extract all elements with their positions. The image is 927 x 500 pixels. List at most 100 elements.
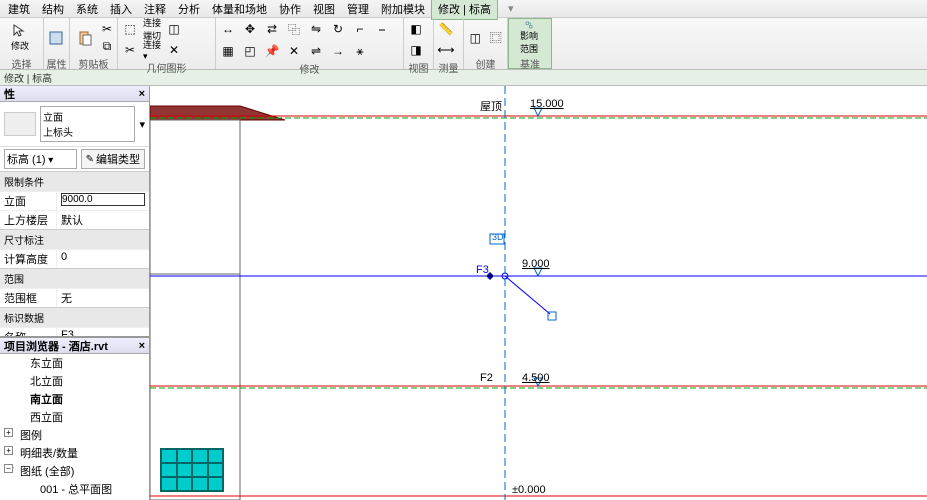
properties-panel: 性× 立面 上标头 ▾ 标高 (1) ▾ ✎ 编辑类型 限制条件 立面 上方楼层… [0,86,149,336]
tree-item[interactable]: 西立面 [0,408,149,426]
mirror-draw-button[interactable]: ⇌ [306,41,326,61]
level-value-roof[interactable]: 15.000 [530,98,564,110]
ribbon-group-label: 测量 [436,60,461,72]
cut-geom-button[interactable]: ✂ [120,40,140,60]
prop-key: 上方楼层 [0,211,56,229]
prop-value-elevation[interactable] [56,192,149,210]
propagate-extents-button[interactable]: 影响 范围 [511,20,547,56]
expand-icon[interactable]: + [4,428,13,437]
rotate-button[interactable]: ↻ [328,19,348,39]
view-tool[interactable]: ◧ [406,19,426,39]
prop-key: 范围框 [0,289,56,307]
menu-item[interactable]: 建筑 [2,0,36,19]
select-tool[interactable]: 修改 [2,20,38,56]
browser-title: 项目浏览器 - 酒店.rvt× [0,338,149,354]
tree-item[interactable]: 东立面 [0,354,149,372]
ribbon-group-label: 剪贴板 [72,56,115,68]
context-bar: 修改 | 标高 [0,70,927,86]
level-value-f2[interactable]: 4.500 [522,372,550,384]
pin-button[interactable]: 📌 [262,41,282,61]
copy-button[interactable]: ⧉ [99,38,115,54]
join-button[interactable]: 连接端切 [142,19,162,39]
properties-button[interactable] [46,28,66,48]
instance-filter[interactable]: 标高 (1) ▾ [4,149,77,169]
ribbon: 修改 选择 属性 ✂ ⧉ 剪贴板 ⬚✂ 连接端切连接 ▾ ◫✕ 几何图形 ↔ ✥… [0,18,927,70]
type-image [4,112,36,136]
menu-bar: 建筑 结构 系统 插入 注释 分析 体量和场地 协作 视图 管理 附加模块 修改… [0,0,927,18]
hide-tool[interactable]: ◨ [406,40,426,60]
menu-item[interactable]: 视图 [307,0,341,19]
ribbon-group-label: 基准 [511,56,549,68]
tree-item[interactable]: 001 - 总平面图 [0,480,149,498]
create-group-button[interactable]: ⿴ [487,28,506,48]
tree-item[interactable]: −图纸 (全部) [0,462,149,480]
cut-button[interactable]: ✂ [99,21,115,37]
move-button[interactable]: ✥ [240,19,260,39]
ribbon-group-label: 选择 [2,56,41,68]
join-geom-button[interactable]: 连接 ▾ [142,40,162,60]
copy-modify-button[interactable]: ⿻ [284,19,304,39]
measure-button[interactable]: 📏 [436,19,456,39]
tree-item[interactable]: +明细表/数量 [0,444,149,462]
menu-item[interactable]: 管理 [341,0,375,19]
paste-button[interactable] [72,20,97,56]
edit-type-button[interactable]: ✎ 编辑类型 [81,149,145,169]
tree-item-active[interactable]: 南立面 [0,390,149,408]
prop-value[interactable]: 默认 [56,211,149,229]
menu-item[interactable]: 分析 [172,0,206,19]
split-button[interactable]: ✕ [164,40,184,60]
menu-item[interactable]: 附加模块 [375,0,431,19]
prop-key: 计算高度 [0,250,56,268]
tree-item[interactable]: +图例 [0,426,149,444]
ribbon-group-label: 创建 [466,56,505,68]
ribbon-group-label: 属性 [46,56,67,68]
type-selector[interactable]: 立面 上标头 [40,106,135,142]
expand-icon[interactable]: + [4,446,13,455]
level-value-f3[interactable]: 9.000 [522,258,550,270]
create-similar-button[interactable]: ◫ [466,28,485,48]
drawing-canvas[interactable]: 屋顶 15.000 F3 9.000 3D F2 4.500 ±0.000 [150,86,927,500]
flag-3d[interactable]: 3D [492,232,504,242]
tree-item[interactable]: 北立面 [0,372,149,390]
level-value-ground[interactable]: ±0.000 [512,484,546,496]
unpin-button[interactable]: ⚹ [350,41,370,61]
delete-button[interactable]: ✕ [284,41,304,61]
menu-item[interactable]: 结构 [36,0,70,19]
menu-item[interactable]: 插入 [104,0,138,19]
wall-opening-button[interactable]: ◫ [164,19,184,39]
dimension-button[interactable]: ⟷ [436,40,456,60]
extend-button[interactable]: → [328,41,348,61]
drawing-svg [150,86,927,500]
collapse-icon[interactable]: − [4,464,13,473]
scale-button[interactable]: ◰ [240,41,260,61]
prop-value[interactable]: 无 [56,289,149,307]
menu-item[interactable]: 协作 [273,0,307,19]
prop-value[interactable]: 0 [56,250,149,268]
array-button[interactable]: ▦ [218,41,238,61]
ribbon-group-label: 几何图形 [120,60,213,72]
close-icon[interactable]: × [139,88,145,100]
prop-key: 立面 [0,192,56,210]
trim-button[interactable]: ⌐ [350,19,370,39]
mirror-axis-button[interactable]: ⇋ [306,19,326,39]
ribbon-group-label: 修改 [218,61,401,73]
project-browser: 项目浏览器 - 酒店.rvt× 东立面 北立面 南立面 西立面 +图例 +明细表… [0,336,149,500]
menu-item-active[interactable]: 修改 | 标高 [431,0,498,20]
close-icon[interactable]: × [139,340,145,352]
prop-section-header: 范围 [0,268,149,288]
properties-title: 性× [0,86,149,102]
menu-item[interactable]: 系统 [70,0,104,19]
view-thumbnail[interactable] [160,448,224,492]
split-element-button[interactable]: ⎯ [372,19,392,39]
chevron-down-icon[interactable]: ▾ [139,118,145,131]
level-name-roof[interactable]: 屋顶 [480,98,502,114]
level-name-f2[interactable]: F2 [480,372,493,384]
offset-button[interactable]: ⇄ [262,19,282,39]
prop-section-header: 标识数据 [0,307,149,327]
menu-item[interactable]: 体量和场地 [206,0,273,19]
align-button[interactable]: ↔ [218,19,238,39]
menu-dropdown-icon[interactable]: ▾ [502,0,520,17]
cope-button[interactable]: ⬚ [120,19,140,39]
prop-section-header: 限制条件 [0,171,149,191]
level-name-f3[interactable]: F3 [476,264,489,276]
